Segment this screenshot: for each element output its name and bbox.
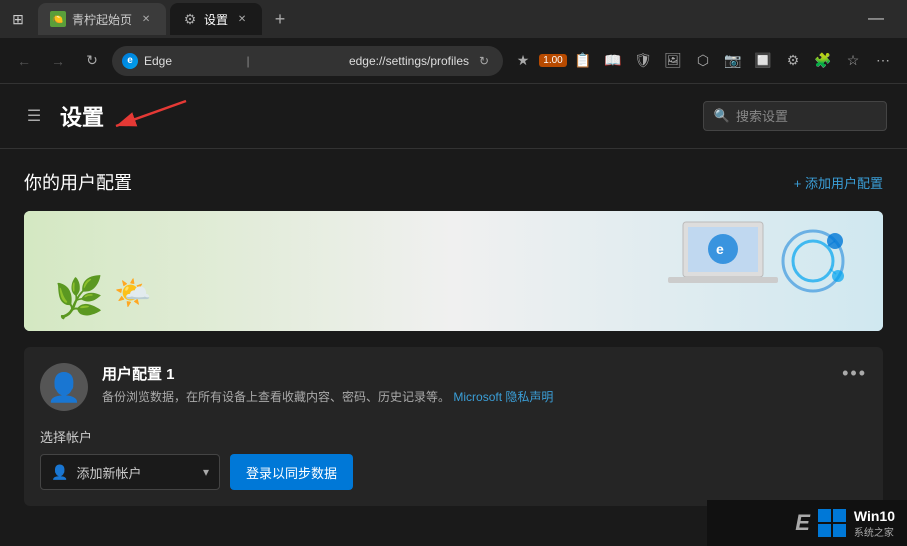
window-icon: ⊞ — [8, 9, 28, 29]
profile-desc-text: 备份浏览数据，在所有设备上查看收藏内容、密码、历史记录等。 — [102, 390, 450, 404]
refresh-address-icon: ↻ — [475, 52, 493, 70]
search-icon: 🔍 — [714, 108, 730, 124]
add-profile-label: + 添加用户配置 — [794, 173, 883, 192]
tab-bar: ⊞ 🍋 青柠起始页 ✕ ⚙ 设置 ✕ + — — [0, 0, 907, 38]
address-bar: ← → ↻ e Edge | edge://settings/profiles … — [0, 38, 907, 84]
profile-description: 备份浏览数据，在所有设备上查看收藏内容、密码、历史记录等。 Microsoft … — [102, 388, 828, 406]
win10-badge: Win10 系统之家 — [854, 508, 895, 539]
win-cell-3 — [818, 524, 831, 537]
toolbar-badge-label: 1.00 — [539, 54, 566, 67]
win10-text: Win10 — [854, 508, 895, 524]
tab-lemon[interactable]: 🍋 青柠起始页 ✕ — [38, 3, 166, 35]
bottom-bar: E Win10 系统之家 — [707, 500, 907, 546]
privacy-link[interactable]: Microsoft 隐私声明 — [453, 390, 553, 404]
tab-settings-close[interactable]: ✕ — [234, 11, 250, 27]
profile-header: 你的用户配置 + 添加用户配置 — [24, 169, 883, 195]
settings-favicon: ⚙ — [182, 11, 198, 27]
sync-button[interactable]: 登录以同步数据 — [230, 454, 353, 490]
lemon-favicon: 🍋 — [50, 11, 66, 27]
banner-plant-icon: 🌿 — [54, 274, 104, 321]
account-section: 选择帐户 👤 添加新帐户 ▾ 登录以同步数据 — [40, 427, 867, 490]
tab-lemon-label: 青柠起始页 — [72, 11, 132, 28]
toolbar-icons: ★ 1.00 📋 📖 🛡 🖼 ⬡ 📷 🔲 ⚙ 🧩 ☆ ⋯ — [509, 47, 897, 75]
win10-sub: 系统之家 — [854, 524, 894, 539]
search-settings-wrap[interactable]: 🔍 — [703, 101, 887, 131]
toolbar-settings-icon[interactable]: ⚙ — [779, 47, 807, 75]
profile-info: 用户配置 1 备份浏览数据，在所有设备上查看收藏内容、密码、历史记录等。 Mic… — [102, 363, 828, 406]
banner-swirl-icon — [773, 221, 853, 306]
address-text: edge://settings/profiles — [349, 54, 469, 68]
profile-card: 👤 用户配置 1 备份浏览数据，在所有设备上查看收藏内容、密码、历史记录等。 M… — [24, 347, 883, 506]
main-content: ☰ 设置 🔍 你的用户配置 — [0, 84, 907, 546]
account-select-user-icon: 👤 — [51, 464, 68, 481]
toolbar-star-icon[interactable]: ★ — [509, 47, 537, 75]
win-logo-e: E — [795, 510, 810, 536]
search-settings-input[interactable] — [736, 109, 876, 124]
account-controls: 👤 添加新帐户 ▾ 登录以同步数据 — [40, 454, 867, 490]
toolbar-camera-icon[interactable]: 📷 — [719, 47, 747, 75]
profile-header-title: 你的用户配置 — [24, 169, 132, 195]
red-arrow-svg — [106, 96, 206, 136]
toolbar-badge-icon[interactable]: 1.00 — [539, 47, 567, 75]
svg-text:e: e — [716, 241, 724, 257]
toolbar-apps-icon[interactable]: 🔲 — [749, 47, 777, 75]
profile-avatar: 👤 — [40, 363, 88, 411]
profile-section: 你的用户配置 + 添加用户配置 🌿 🌤️ — [0, 149, 907, 526]
menu-icon[interactable]: ☰ — [20, 102, 48, 130]
address-bar-input-wrap[interactable]: e Edge | edge://settings/profiles ↻ — [112, 46, 503, 76]
account-select[interactable]: 👤 添加新帐户 ▾ — [40, 454, 220, 490]
profile-banner: 🌿 🌤️ e — [24, 211, 883, 331]
toolbar-image-icon[interactable]: 🖼 — [659, 47, 687, 75]
account-label: 选择帐户 — [40, 427, 867, 446]
tab-bar-left: ⊞ — [8, 9, 28, 29]
tab-lemon-close[interactable]: ✕ — [138, 11, 154, 27]
toolbar-fav-icon[interactable]: ☆ — [839, 47, 867, 75]
profile-more-button[interactable]: ••• — [842, 363, 867, 384]
banner-device-icon: e — [663, 217, 783, 321]
settings-title: 设置 — [60, 100, 104, 132]
profile-card-top: 👤 用户配置 1 备份浏览数据，在所有设备上查看收藏内容、密码、历史记录等。 M… — [40, 363, 867, 411]
toolbar-ext-icon[interactable]: 🧩 — [809, 47, 837, 75]
content-area: ☰ 设置 🔍 你的用户配置 — [0, 84, 907, 546]
win-cell-2 — [833, 509, 846, 522]
refresh-button[interactable]: ↻ — [78, 47, 106, 75]
win-cell-1 — [818, 509, 831, 522]
toolbar-reading-icon[interactable]: 📖 — [599, 47, 627, 75]
windows-logo — [818, 509, 846, 537]
tab-settings-label: 设置 — [204, 11, 228, 28]
toolbar-collections-icon[interactable]: 📋 — [569, 47, 597, 75]
banner-sun-icon: 🌤️ — [114, 276, 151, 311]
minimize-button[interactable]: — — [853, 0, 899, 38]
banner-content: 🌿 🌤️ e — [24, 211, 883, 331]
brand-label: Edge — [144, 54, 236, 68]
edge-logo-small: e — [122, 53, 138, 69]
toolbar-more-icon[interactable]: ⋯ — [869, 47, 897, 75]
toolbar-shield-icon[interactable]: 🛡 — [629, 47, 657, 75]
account-select-text: 添加新帐户 — [76, 463, 141, 482]
address-separator: | — [246, 54, 338, 68]
settings-header: ☰ 设置 🔍 — [0, 84, 907, 149]
forward-button[interactable]: → — [44, 47, 72, 75]
back-button[interactable]: ← — [10, 47, 38, 75]
arrow-annotation — [116, 96, 691, 136]
toolbar-filter-icon[interactable]: ⬡ — [689, 47, 717, 75]
tab-settings[interactable]: ⚙ 设置 ✕ — [170, 3, 262, 35]
profile-name: 用户配置 1 — [102, 363, 828, 384]
new-tab-button[interactable]: + — [266, 5, 294, 33]
add-profile-button[interactable]: + 添加用户配置 — [794, 173, 883, 192]
win-cell-4 — [833, 524, 846, 537]
account-select-arrow-icon: ▾ — [203, 465, 209, 479]
